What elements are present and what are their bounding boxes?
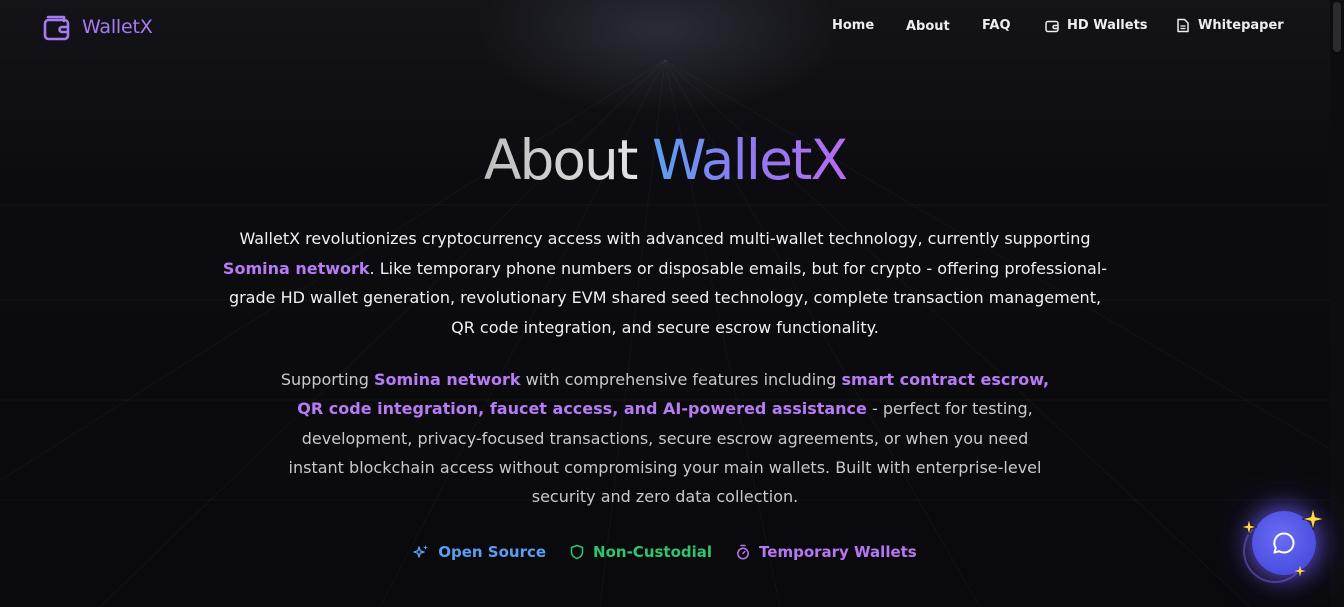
page-title-brand: WalletX: [651, 128, 848, 192]
scrollbar[interactable]: [1330, 0, 1344, 607]
nav-hd-wallets[interactable]: HD Wallets: [1045, 18, 1148, 33]
feature-temporary-wallets: Temporary Wallets: [736, 543, 917, 561]
brand-logo-link[interactable]: WalletX: [43, 13, 153, 41]
nav-home[interactable]: Home: [832, 18, 874, 33]
wallet-icon: [43, 15, 70, 41]
top-nav: WalletX Home About FAQ HD Wallets Whitep…: [0, 0, 1330, 56]
feature-open-source: Open Source: [413, 543, 546, 561]
feature-label: Temporary Wallets: [759, 543, 917, 561]
intro-paragraph: WalletX revolutionizes cryptocurrency ac…: [215, 224, 1115, 342]
page-title: About WalletX: [0, 128, 1330, 192]
chat-bubble-icon: [1273, 532, 1295, 554]
nav-whitepaper-label: Whitepaper: [1198, 18, 1284, 33]
sparkle-icon: [1301, 507, 1325, 531]
sparkle-icon: [1240, 518, 1258, 536]
brand-name: WalletX: [82, 16, 153, 38]
features-text-middle: with comprehensive features including: [520, 370, 842, 389]
nav-hd-wallets-label: HD Wallets: [1067, 18, 1148, 33]
document-icon: [1177, 18, 1189, 33]
page-title-prefix: About: [483, 128, 652, 192]
network-highlight: Somina network: [373, 370, 521, 389]
features-text-start: Supporting: [280, 370, 374, 389]
nav-about-label: About: [906, 19, 950, 34]
nav-whitepaper[interactable]: Whitepaper: [1176, 18, 1284, 33]
nav-faq[interactable]: FAQ: [982, 18, 1011, 33]
wallet-icon: [1045, 20, 1059, 32]
nav-home-label: Home: [832, 18, 875, 33]
shield-icon: [570, 544, 584, 560]
feature-non-custodial: Non-Custodial: [570, 543, 712, 561]
nav-faq-label: FAQ: [982, 18, 1011, 33]
timer-icon: [737, 544, 749, 560]
feature-label: Open Source: [438, 543, 547, 561]
network-highlight: Somina network: [222, 258, 370, 278]
intro-text-start: WalletX revolutionizes cryptocurrency ac…: [239, 229, 1091, 248]
features-paragraph: Supporting Somina network with comprehen…: [280, 365, 1050, 511]
sparkle-icon: [1294, 565, 1306, 577]
scrollbar-thumb[interactable]: [1333, 2, 1341, 52]
feature-label: Non-Custodial: [593, 543, 713, 561]
feature-badges: Open Source Non-Custodial Temporary Wall…: [0, 543, 1330, 561]
nav-about[interactable]: About: [906, 19, 950, 34]
sparkles-icon: [413, 545, 429, 558]
